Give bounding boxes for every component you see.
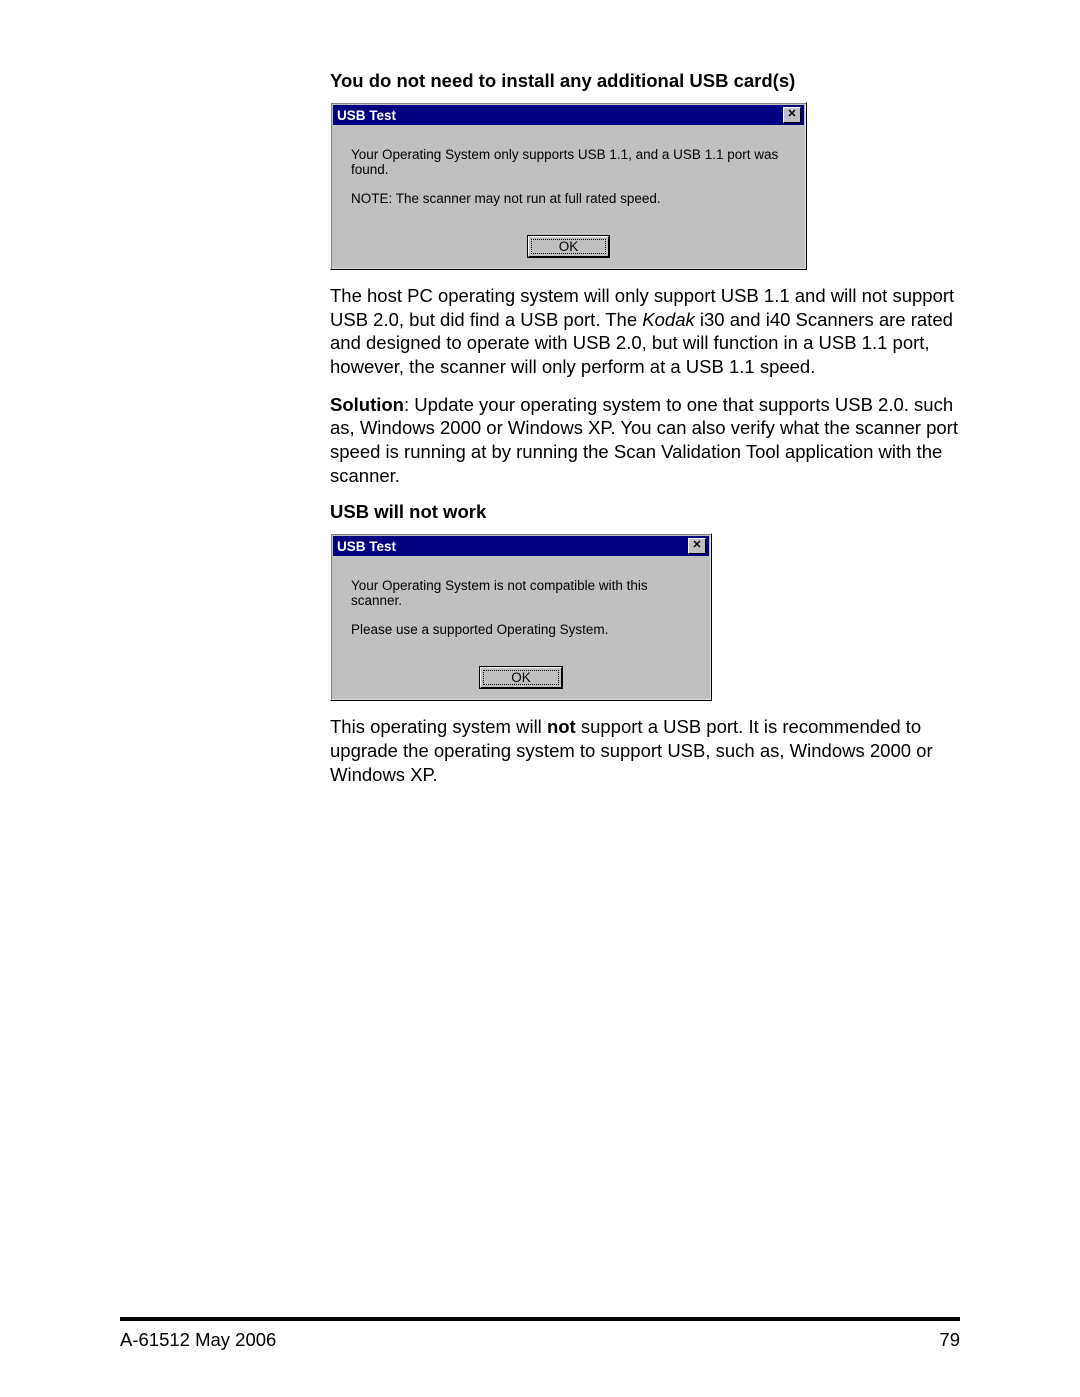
- dialog-text-line1: Your Operating System only supports USB …: [351, 147, 790, 177]
- dialog-text-line2: Please use a supported Operating System.: [351, 622, 695, 637]
- dialog-title: USB Test: [337, 539, 396, 554]
- page-content: You do not need to install any additiona…: [0, 0, 1080, 786]
- paragraph-not-support: This operating system will not support a…: [330, 715, 960, 786]
- paragraph-solution: Solution: Update your operating system t…: [330, 393, 960, 488]
- footer-page-number: 79: [939, 1329, 960, 1351]
- dialog-titlebar: USB Test ✕: [333, 105, 804, 125]
- dialog-text-line1: Your Operating System is not compatible …: [351, 578, 695, 608]
- close-icon[interactable]: ✕: [688, 538, 706, 554]
- paragraph-host-pc: The host PC operating system will only s…: [330, 284, 960, 379]
- dialog-usb-test-2: USB Test ✕ Your Operating System is not …: [330, 533, 712, 701]
- dialog-text-line2: NOTE: The scanner may not run at full ra…: [351, 191, 790, 206]
- dialog-usb-test-1: USB Test ✕ Your Operating System only su…: [330, 102, 807, 270]
- dialog-titlebar: USB Test ✕: [333, 536, 709, 556]
- page-footer: A-61512 May 2006 79: [120, 1317, 960, 1351]
- dialog-title: USB Test: [337, 108, 396, 123]
- ok-button[interactable]: OK: [480, 667, 562, 688]
- heading-no-additional-card: You do not need to install any additiona…: [330, 70, 960, 92]
- close-icon[interactable]: ✕: [783, 107, 801, 123]
- ok-button[interactable]: OK: [528, 236, 610, 257]
- dialog-body: Your Operating System is not compatible …: [331, 558, 711, 667]
- heading-usb-will-not-work: USB will not work: [330, 501, 960, 523]
- dialog-body: Your Operating System only supports USB …: [331, 127, 806, 236]
- footer-docid: A-61512 May 2006: [120, 1329, 276, 1351]
- footer-rule: [120, 1317, 960, 1321]
